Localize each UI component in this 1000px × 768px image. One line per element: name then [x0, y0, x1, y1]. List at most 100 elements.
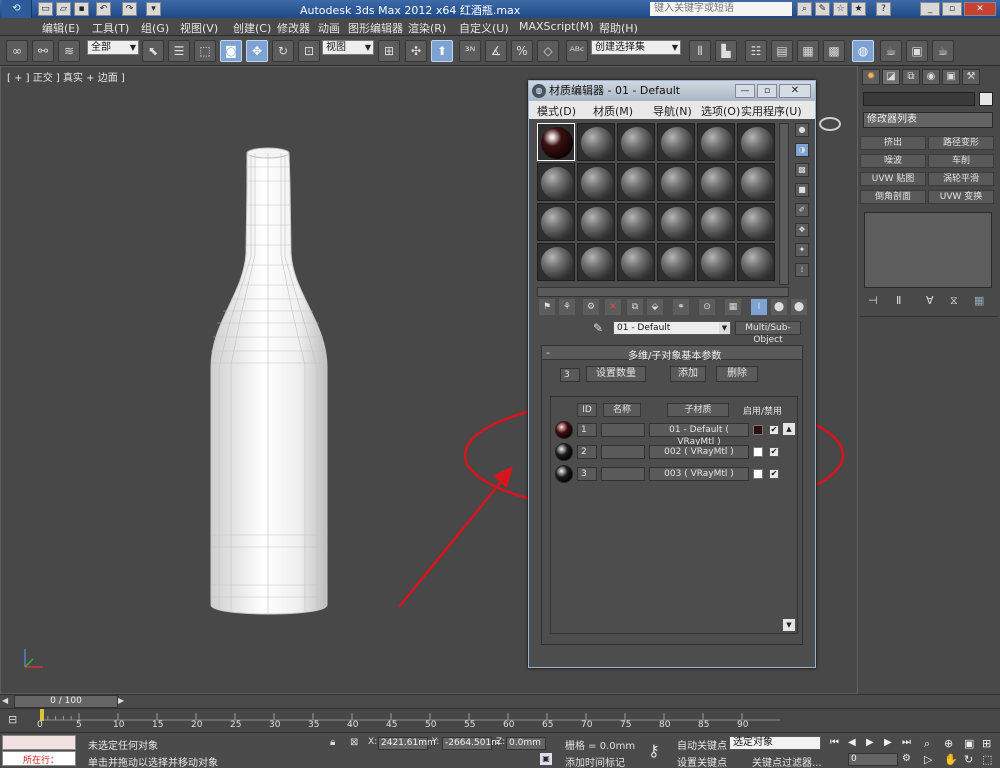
- select-by-name-icon[interactable]: ☰: [168, 40, 190, 62]
- layer-manager-icon[interactable]: ☷: [745, 40, 767, 62]
- search-icon[interactable]: ⌕: [797, 2, 812, 16]
- viewport-label[interactable]: [ + ] 正交 ] 真实 + 边面 ]: [7, 69, 125, 84]
- mat-menu-modes[interactable]: 模式(D): [537, 103, 576, 119]
- make-unique-icon[interactable]: ∀: [926, 294, 934, 307]
- new-file-icon[interactable]: ▭: [38, 2, 53, 16]
- submaterial-enabled-checkbox[interactable]: ✔: [769, 425, 779, 435]
- sample-slot[interactable]: [537, 203, 575, 241]
- communication-icon[interactable]: ☆: [833, 2, 848, 16]
- zoom-extents-icon[interactable]: ▣: [964, 737, 974, 750]
- menu-create[interactable]: 创建(C): [233, 20, 271, 36]
- submaterial-table-scroll-up-icon[interactable]: ▲: [783, 423, 795, 435]
- hierarchy-tab-icon[interactable]: ⧉: [902, 69, 920, 85]
- reference-coordinate-dropdown[interactable]: 视图: [322, 40, 374, 55]
- submaterial-name-field[interactable]: [601, 423, 645, 437]
- sample-slot[interactable]: [537, 163, 575, 201]
- modifier-lathe-button[interactable]: 车削: [928, 154, 994, 168]
- sample-slot[interactable]: [697, 163, 735, 201]
- number-of-materials-field[interactable]: 3: [560, 368, 580, 382]
- material-options-icon[interactable]: ✦: [795, 243, 809, 257]
- field-of-view-icon[interactable]: ▷: [924, 753, 932, 766]
- maxscript-listener-mini[interactable]: [2, 735, 76, 750]
- submaterial-color-swatch[interactable]: [753, 447, 763, 457]
- select-by-material-icon[interactable]: ⁞: [795, 263, 809, 277]
- menu-animation[interactable]: 动画: [318, 20, 340, 36]
- get-material-icon[interactable]: ⚑: [539, 299, 555, 315]
- material-name-dropdown-arrow-icon[interactable]: ▼: [719, 322, 730, 334]
- make-copy-icon[interactable]: ⧉: [627, 299, 643, 315]
- sample-type-icon[interactable]: ●: [795, 123, 809, 137]
- submaterial-button[interactable]: 01 - Default ( VRayMtl ): [649, 423, 749, 447]
- app-logo-icon[interactable]: ⟲: [2, 0, 32, 18]
- align-icon[interactable]: ▙: [715, 40, 737, 62]
- snaps-toggle-icon[interactable]: ³ᴺ: [459, 40, 481, 62]
- spinner-snap-icon[interactable]: ◇: [537, 40, 559, 62]
- key-mode-dropdown[interactable]: 选定对象: [729, 736, 821, 750]
- submaterial-color-swatch[interactable]: [753, 425, 763, 435]
- make-unique-mat-icon[interactable]: ⬙: [647, 299, 663, 315]
- show-map-icon[interactable]: ▦: [725, 299, 741, 315]
- close-window-button[interactable]: ✕: [964, 2, 996, 16]
- zoom-all-icon[interactable]: ⊕: [944, 737, 953, 750]
- submaterial-id-field[interactable]: 2: [577, 445, 597, 459]
- favorites-icon[interactable]: ★: [851, 2, 866, 16]
- render-production-icon[interactable]: ☕: [932, 40, 954, 62]
- angle-snap-icon[interactable]: ∡: [485, 40, 507, 62]
- select-object-icon[interactable]: ⬉: [142, 40, 164, 62]
- sort-by-submaterial-button[interactable]: 子材质: [667, 403, 729, 417]
- orbit-icon[interactable]: ↻: [964, 753, 973, 766]
- sample-slot[interactable]: [577, 163, 615, 201]
- modifier-turbosmooth-button[interactable]: 涡轮平滑: [928, 172, 994, 186]
- sample-slot[interactable]: [617, 203, 655, 241]
- utilities-tab-icon[interactable]: ⚒: [962, 69, 980, 85]
- keyboard-shortcut-override-icon[interactable]: ⬆: [431, 40, 453, 62]
- help-search-input[interactable]: 键入关键字或短语: [650, 2, 792, 16]
- sample-slot[interactable]: [737, 243, 775, 281]
- pan-view-icon[interactable]: ✋: [944, 753, 958, 766]
- bind-space-warp-icon[interactable]: ≋: [58, 40, 80, 62]
- go-to-end-icon[interactable]: ⏭: [902, 737, 911, 748]
- select-and-scale-icon[interactable]: ⊡: [298, 40, 320, 62]
- sample-slot[interactable]: [657, 243, 695, 281]
- selection-lock-icon[interactable]: 🔒︎: [330, 737, 335, 748]
- pin-stack-icon[interactable]: ⊣: [868, 294, 878, 307]
- put-to-library-icon[interactable]: ⚭: [673, 299, 689, 315]
- auto-key-button[interactable]: 自动关键点: [677, 737, 727, 752]
- undo-icon[interactable]: ↶: [96, 2, 111, 16]
- sample-slot[interactable]: [697, 203, 735, 241]
- go-to-start-icon[interactable]: ⏮: [830, 737, 839, 748]
- show-end-result-mat-icon[interactable]: Ⅰ: [751, 299, 767, 315]
- render-setup-icon[interactable]: ☕: [880, 40, 902, 62]
- sort-by-name-button[interactable]: 名称: [603, 403, 641, 417]
- curve-editor-icon[interactable]: ▦: [797, 40, 819, 62]
- add-time-tag-label[interactable]: 添加时间标记: [565, 754, 625, 768]
- sample-slot[interactable]: [657, 163, 695, 201]
- schematic-view-icon[interactable]: ▩: [823, 40, 845, 62]
- time-configuration-icon[interactable]: ⚙: [902, 753, 911, 764]
- menu-graph-editors[interactable]: 图形编辑器: [348, 20, 403, 36]
- submaterial-button[interactable]: 002 ( VRayMtl ): [649, 445, 749, 459]
- menu-edit[interactable]: 编辑(E): [42, 20, 80, 36]
- set-key-button[interactable]: 设置关键点: [677, 754, 727, 768]
- time-slider-thumb[interactable]: 0 / 100: [14, 695, 118, 708]
- submaterial-enabled-checkbox[interactable]: ✔: [769, 469, 779, 479]
- submaterial-id-field[interactable]: 1: [577, 423, 597, 437]
- sample-slot[interactable]: [737, 123, 775, 161]
- show-end-result-icon[interactable]: Ⅱ: [896, 294, 901, 307]
- slots-vertical-scrollbar[interactable]: [779, 123, 789, 285]
- put-to-scene-icon[interactable]: ⚘: [559, 299, 575, 315]
- sample-slot[interactable]: [617, 243, 655, 281]
- previous-frame-icon[interactable]: ◀: [848, 737, 856, 748]
- pivot-center-icon[interactable]: ⊞: [378, 40, 400, 62]
- material-type-button[interactable]: Multi/Sub-Object: [735, 321, 801, 345]
- motion-tab-icon[interactable]: ◉: [922, 69, 940, 85]
- window-crossing-icon[interactable]: ◙: [220, 40, 242, 62]
- modifier-bevel-profile-button[interactable]: 倒角剖面: [860, 190, 926, 204]
- time-tag-icon[interactable]: ▣: [540, 753, 552, 765]
- configure-modifier-sets-icon[interactable]: ▦: [974, 294, 984, 307]
- menu-views[interactable]: 视图(V): [180, 20, 218, 36]
- make-preview-icon[interactable]: ❖: [795, 223, 809, 237]
- redo-icon[interactable]: ↷: [122, 2, 137, 16]
- modifier-noise-button[interactable]: 噪波: [860, 154, 926, 168]
- menu-maxscript[interactable]: MAXScript(M): [519, 20, 594, 33]
